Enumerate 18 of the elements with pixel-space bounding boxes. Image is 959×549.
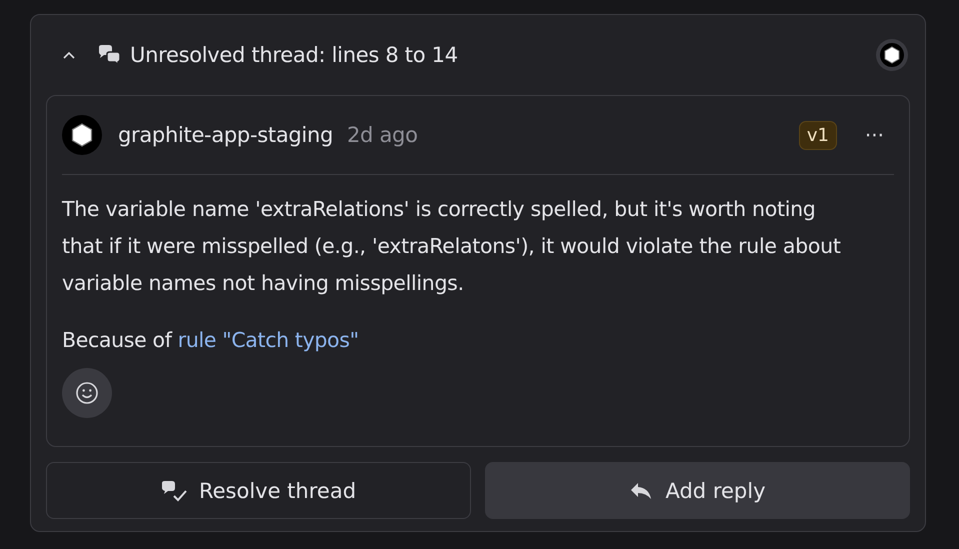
chat-check-icon (160, 480, 187, 502)
author-name[interactable]: graphite-app-staging (118, 123, 333, 147)
resolve-button[interactable]: Resolve thread (46, 462, 471, 519)
rule-reason: Because of rule "Catch typos" (62, 328, 360, 352)
version-badge: v1 (798, 120, 837, 150)
comment-text: The variable name 'extraRelations' is correctly spelled, but it's worth noting that if it were misspelled (e.g., 'extraRelatons'), it would violate the rule about variable names not having misspellings. (62, 196, 842, 297)
smiley-icon (75, 381, 99, 405)
chat-bubbles-icon (96, 44, 122, 66)
reply-button[interactable]: Add reply (485, 462, 910, 519)
reply-arrow-icon (629, 480, 654, 500)
chevron-icon[interactable] (62, 50, 76, 60)
thread-title: Unresolved thread: lines 8 to 14 (130, 43, 459, 67)
hexagon-avatar-icon (62, 115, 102, 155)
more-button[interactable]: ··· (854, 123, 894, 147)
timestamp: 2d ago (347, 123, 419, 147)
emoji-button[interactable] (62, 368, 112, 418)
rule-link[interactable]: rule "Catch typos" (178, 328, 359, 352)
hexagon-avatar-icon (876, 39, 908, 71)
